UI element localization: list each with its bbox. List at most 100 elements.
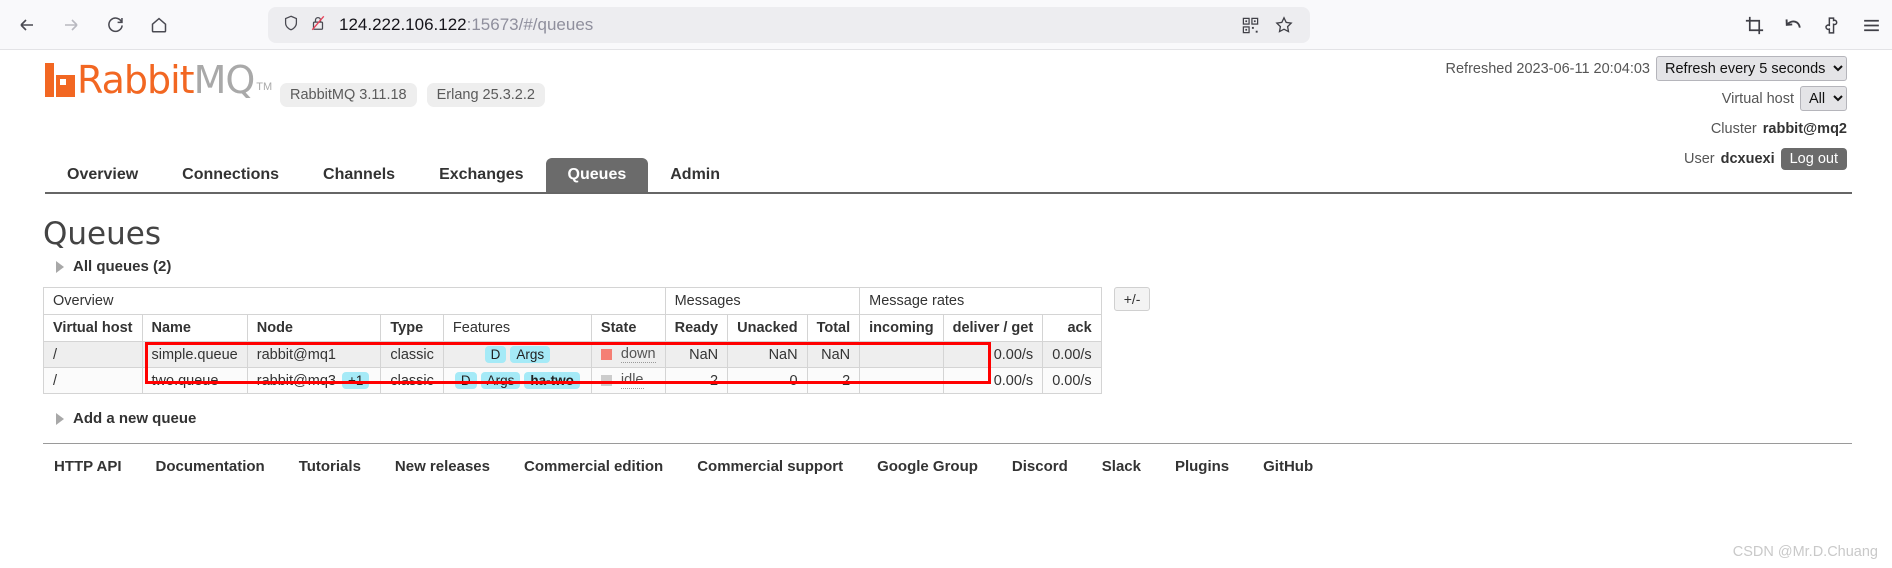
rabbitmq-logo[interactable]: RabbitMQ TM: [45, 61, 273, 99]
cell-unacked: 0: [727, 367, 808, 394]
home-icon[interactable]: [140, 6, 178, 44]
node-extra-badge: +1: [341, 372, 370, 389]
refresh-row: Refreshed 2023-06-11 20:04:03 Refresh ev…: [1445, 56, 1847, 81]
tab-channels[interactable]: Channels: [301, 158, 417, 192]
toggle-columns-button[interactable]: +/-: [1113, 287, 1151, 311]
col-features: Features: [442, 314, 592, 342]
main-nav-tabs: Overview Connections Channels Exchanges …: [45, 158, 1852, 194]
refresh-interval-select[interactable]: Refresh every 5 seconds: [1656, 56, 1847, 81]
logo-mq-text: MQ: [193, 58, 256, 102]
crop-icon[interactable]: [1744, 15, 1765, 36]
col-type[interactable]: Type: [380, 314, 444, 342]
col-ready[interactable]: Ready: [664, 314, 729, 342]
cell-type: classic: [380, 341, 444, 368]
col-unacked[interactable]: Unacked: [727, 314, 808, 342]
tab-queues[interactable]: Queues: [545, 158, 649, 192]
cluster-name: rabbit@mq2: [1762, 120, 1847, 137]
cell-deliver-get: 0.00/s: [942, 367, 1044, 394]
group-header-message-rates: Message rates: [859, 287, 1102, 315]
hamburger-menu-icon[interactable]: [1861, 15, 1882, 36]
feature-chip-durable: D: [484, 346, 507, 363]
footer-link-http-api[interactable]: HTTP API: [54, 458, 122, 475]
cell-state: idle: [590, 367, 666, 394]
undo-arrow-icon[interactable]: [1783, 15, 1804, 36]
feature-chip-policy: ha-two: [524, 372, 580, 389]
tab-exchanges[interactable]: Exchanges: [417, 158, 545, 192]
address-bar[interactable]: 124.222.106.122:15673/#/queues: [268, 7, 1310, 43]
col-incoming[interactable]: incoming: [859, 314, 944, 342]
table-row[interactable]: / simple.queue rabbit@mq1 classic D Args …: [43, 341, 1102, 368]
state-label: idle: [620, 372, 644, 389]
footer-link-tutorials[interactable]: Tutorials: [299, 458, 361, 475]
node-name: rabbit@mq3: [256, 373, 336, 389]
state-label: down: [620, 346, 656, 363]
footer-link-github[interactable]: GitHub: [1263, 458, 1313, 475]
footer-links: HTTP API Documentation Tutorials New rel…: [54, 458, 1852, 475]
refreshed-timestamp: Refreshed 2023-06-11 20:04:03: [1445, 60, 1651, 77]
rabbitmq-logo-icon: [45, 63, 75, 97]
feature-chip-args: Args: [510, 346, 551, 363]
address-bar-icons: [278, 14, 327, 37]
puzzle-piece-icon[interactable]: [1822, 15, 1843, 36]
footer-link-plugins[interactable]: Plugins: [1175, 458, 1229, 475]
footer-link-slack[interactable]: Slack: [1102, 458, 1141, 475]
col-total[interactable]: Total: [806, 314, 861, 342]
vhost-row: Virtual host All: [1446, 86, 1847, 111]
header-status-panel: Refreshed 2023-06-11 20:04:03 Refresh ev…: [1445, 56, 1847, 176]
tab-overview[interactable]: Overview: [45, 158, 160, 192]
col-state[interactable]: State: [590, 314, 666, 342]
forward-arrow-icon[interactable]: [52, 6, 90, 44]
cell-queue-name[interactable]: simple.queue: [141, 341, 248, 368]
cell-queue-name[interactable]: two.queue: [141, 367, 248, 394]
feature-chip-args: Args: [480, 372, 521, 389]
tab-admin[interactable]: Admin: [648, 158, 742, 192]
col-node[interactable]: Node: [246, 314, 382, 342]
back-arrow-icon[interactable]: [8, 6, 46, 44]
node-name: rabbit@mq1: [256, 346, 336, 363]
logo-tm-text: TM: [256, 81, 273, 93]
footer-link-commercial-support[interactable]: Commercial support: [697, 458, 843, 475]
chevron-right-icon: [56, 260, 64, 273]
group-header-row: Overview Messages Message rates: [43, 287, 1102, 315]
broken-lock-icon[interactable]: [309, 14, 327, 37]
all-queues-toggle[interactable]: All queues (2): [56, 258, 1852, 275]
cell-ack: 0.00/s: [1042, 341, 1102, 368]
browser-actions: [1744, 0, 1882, 50]
cluster-label: Cluster: [1710, 120, 1757, 137]
cell-incoming: [859, 341, 944, 368]
cell-total: NaN: [806, 341, 861, 368]
cell-unacked: NaN: [727, 341, 808, 368]
queues-table-wrap: Overview Messages Message rates Virtual …: [43, 287, 1852, 394]
state-indicator-icon: [600, 375, 612, 386]
reload-icon[interactable]: [96, 6, 134, 44]
add-new-queue-toggle[interactable]: Add a new queue: [56, 410, 1852, 427]
qr-code-icon[interactable]: [1241, 16, 1260, 35]
footer-link-google-group[interactable]: Google Group: [877, 458, 978, 475]
feature-chip-durable: D: [454, 372, 477, 389]
footer-link-discord[interactable]: Discord: [1012, 458, 1068, 475]
add-new-queue-label: Add a new queue: [73, 410, 197, 427]
url-path: :15673/#/queues: [466, 15, 594, 34]
queues-table-body: / simple.queue rabbit@mq1 classic D Args …: [43, 341, 1102, 394]
erlang-version-badge: Erlang 25.3.2.2: [426, 83, 545, 107]
group-header-messages: Messages: [664, 287, 861, 315]
vhost-select[interactable]: All: [1800, 86, 1847, 111]
cell-vhost: /: [43, 341, 143, 368]
footer-link-new-releases[interactable]: New releases: [395, 458, 490, 475]
shield-icon[interactable]: [282, 14, 300, 37]
star-icon[interactable]: [1274, 15, 1294, 35]
tab-connections[interactable]: Connections: [160, 158, 301, 192]
col-name[interactable]: Name: [141, 314, 248, 342]
col-ack[interactable]: ack: [1042, 314, 1102, 342]
cell-features: D Args ha-two: [442, 367, 592, 394]
footer-link-commercial-edition[interactable]: Commercial edition: [524, 458, 663, 475]
col-deliver-get[interactable]: deliver / get: [942, 314, 1044, 342]
cluster-row: Cluster rabbit@mq2: [1446, 116, 1847, 141]
chevron-right-icon: [56, 412, 64, 425]
col-virtual-host[interactable]: Virtual host: [43, 314, 143, 342]
cell-ready: NaN: [664, 341, 729, 368]
table-row[interactable]: / two.queue rabbit@mq3 +1 classic D Args h…: [43, 367, 1102, 394]
footer-link-documentation[interactable]: Documentation: [156, 458, 265, 475]
footer-divider: [43, 443, 1852, 444]
url-text: 124.222.106.122:15673/#/queues: [339, 15, 593, 35]
